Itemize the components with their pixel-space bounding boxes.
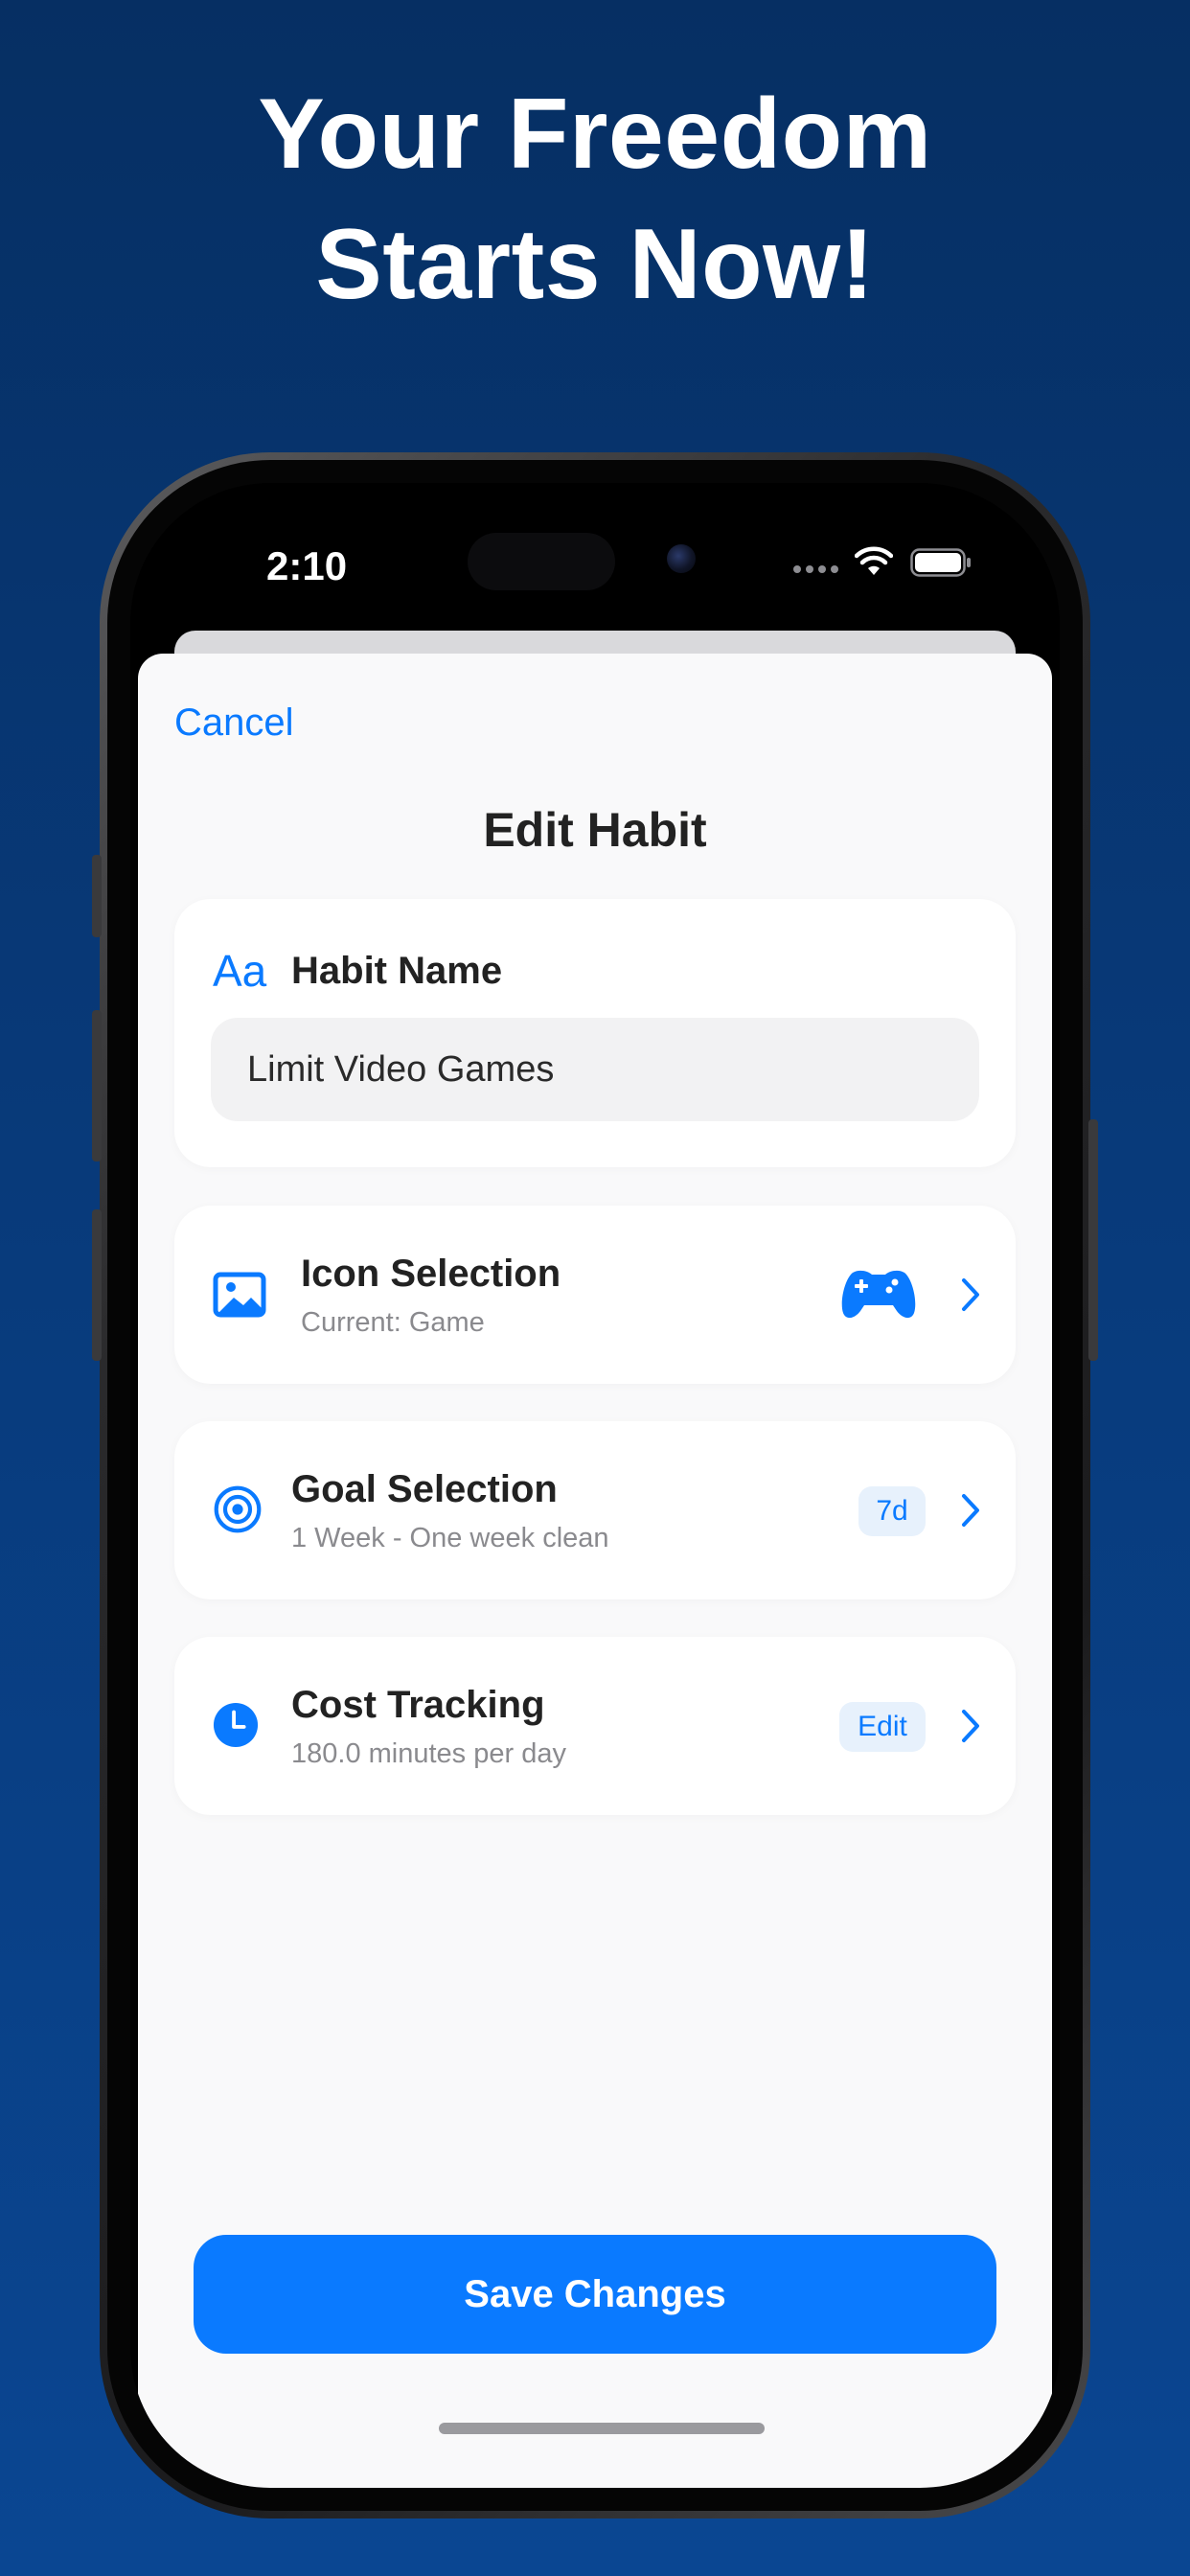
phone-volume-up-button	[92, 1010, 102, 1162]
goal-selection-row[interactable]: Goal Selection 1 Week - One week clean 7…	[174, 1421, 1016, 1599]
clock-icon	[213, 1702, 259, 1748]
headline-line-1: Your Freedom	[258, 79, 932, 190]
edit-habit-sheet: Cancel Edit Habit Aa Habit Name Limit Vi…	[138, 654, 1052, 2488]
status-time: 2:10	[266, 543, 348, 588]
wifi-icon	[855, 546, 893, 575]
island-pill	[468, 533, 615, 590]
promo-headline: Your Freedom Starts Now!	[0, 69, 1190, 330]
cost-tracking-title: Cost Tracking	[291, 1684, 545, 1726]
chevron-right-icon	[962, 1710, 979, 1742]
battery-icon	[910, 548, 971, 577]
icon-selection-subtitle: Current: Game	[301, 1307, 485, 1338]
signal-dots-icon	[793, 565, 839, 573]
target-icon	[214, 1485, 262, 1533]
icon-selection-title: Icon Selection	[301, 1253, 561, 1295]
goal-selection-subtitle: 1 Week - One week clean	[291, 1523, 609, 1553]
habit-name-card: Aa Habit Name Limit Video Games	[174, 899, 1016, 1167]
cancel-button[interactable]: Cancel	[174, 700, 294, 746]
phone-power-button	[1088, 1119, 1098, 1361]
icon-selection-row[interactable]: Icon Selection Current: Game	[174, 1206, 1016, 1384]
cost-tracking-row[interactable]: Cost Tracking 180.0 minutes per day Edit	[174, 1637, 1016, 1815]
camera-icon	[667, 544, 696, 573]
sheet-title: Edit Habit	[483, 803, 707, 857]
save-changes-button[interactable]: Save Changes	[194, 2235, 996, 2354]
goal-duration-badge: 7d	[858, 1486, 926, 1536]
home-indicator[interactable]	[439, 2423, 765, 2434]
cost-edit-badge[interactable]: Edit	[839, 1702, 926, 1752]
chevron-right-icon	[962, 1494, 979, 1527]
phone-screen: 2:10 Cancel Edit Habit Aa Habit Name Lim…	[130, 483, 1060, 2488]
habit-name-input[interactable]: Limit Video Games	[211, 1018, 979, 1121]
cost-tracking-subtitle: 180.0 minutes per day	[291, 1738, 566, 1769]
photo-icon	[213, 1272, 266, 1318]
text-format-icon: Aa	[213, 946, 267, 996]
goal-selection-title: Goal Selection	[291, 1468, 558, 1510]
headline-line-2: Starts Now!	[315, 209, 875, 320]
gamecontroller-icon	[841, 1270, 916, 1319]
phone-action-button	[92, 855, 102, 937]
habit-name-label: Habit Name	[291, 950, 503, 992]
chevron-right-icon	[962, 1278, 979, 1311]
phone-volume-down-button	[92, 1209, 102, 1361]
